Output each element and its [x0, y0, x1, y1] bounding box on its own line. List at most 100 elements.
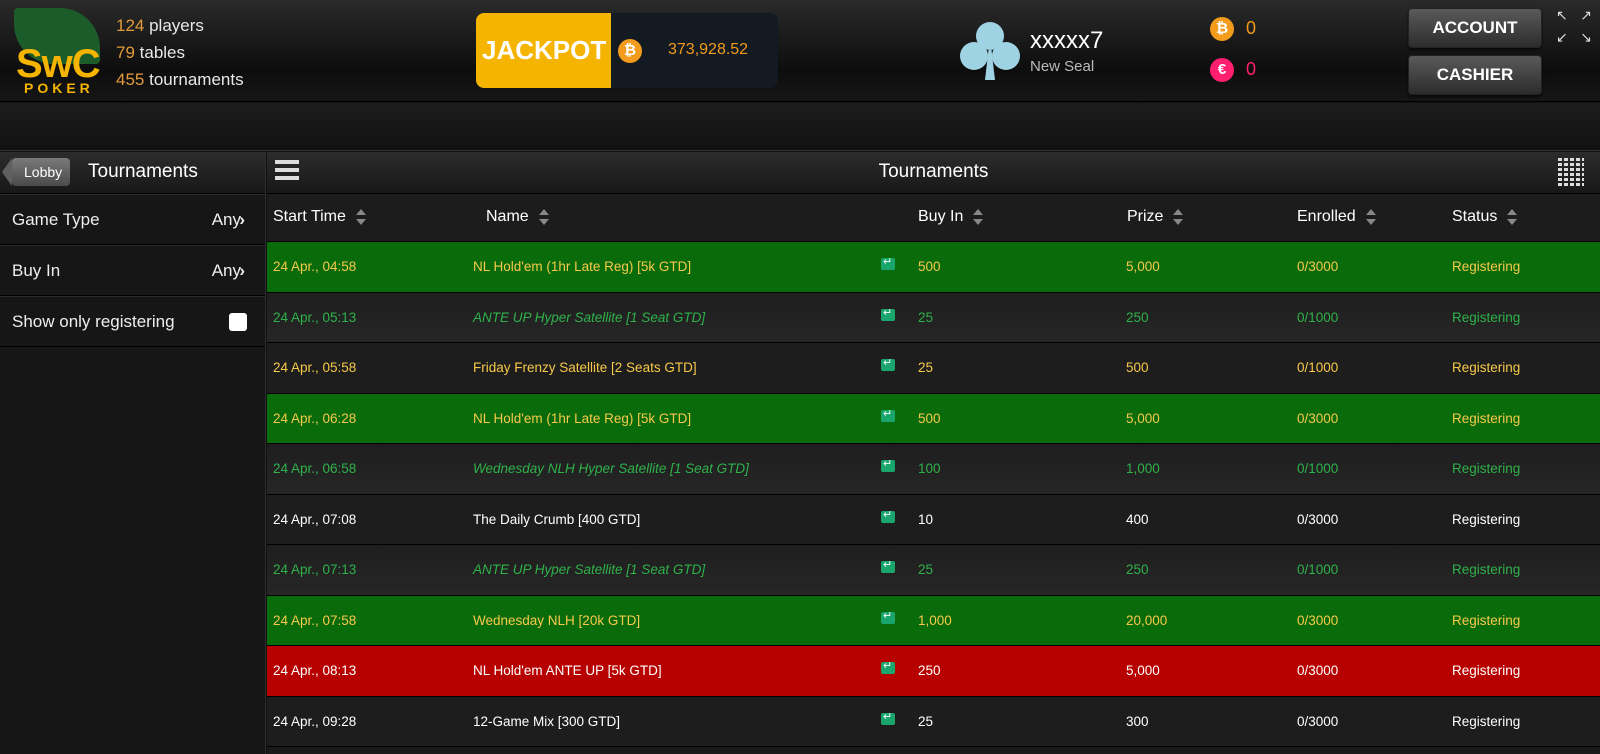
prize-cell: 1,000 [1126, 461, 1160, 476]
buy-in-cell: 100 [918, 461, 941, 476]
sidebar-header: Lobby Tournaments [0, 152, 265, 194]
late-register-icon [881, 407, 895, 422]
late-register-icon [881, 457, 895, 472]
late-register-icon [881, 356, 895, 371]
filter-game-type[interactable]: Game Type Any › [0, 194, 265, 245]
lobby-back-button[interactable]: Lobby [1, 158, 71, 186]
col-start-time[interactable]: Start Time [273, 208, 366, 226]
table-row[interactable]: 24 Apr., 05:58 Friday Frenzy Satellite [2… [267, 343, 1600, 394]
start-time-cell: 24 Apr., 07:13 [273, 562, 357, 577]
late-register-icon [881, 659, 895, 674]
status-cell: Registering [1452, 309, 1521, 325]
status-cell: Registering [1452, 713, 1521, 729]
table-body: 24 Apr., 04:58 NL Hold'em (1hr Late Reg) … [267, 242, 1600, 747]
status-cell: Registering [1452, 259, 1521, 274]
tournament-name-cell: ANTE UP Hyper Satellite [1 Seat GTD] [473, 309, 706, 325]
enrolled-cell: 0/3000 [1297, 511, 1339, 527]
buy-in-cell: 500 [918, 259, 941, 274]
tournament-list: Tournaments Start Time Name Buy In Prize… [267, 152, 1600, 754]
tournaments-stat: 455 tournaments [116, 70, 244, 89]
buy-in-cell: 250 [918, 663, 941, 678]
late-register-icon [881, 558, 895, 573]
sort-icon [538, 208, 549, 225]
table-header: Start Time Name Buy In Prize Enrolled St… [267, 194, 1600, 242]
swc-poker-logo[interactable]: SwC POKER [14, 8, 101, 96]
prize-cell: 5,000 [1126, 410, 1160, 426]
tables-stat: 79 tables [116, 43, 186, 62]
page-title: Tournaments [878, 161, 989, 182]
table-row[interactable]: 24 Apr., 06:58 Wednesday NLH Hyper Satell… [267, 444, 1600, 495]
buy-in-cell: 25 [918, 360, 934, 375]
filter-label: Buy In [12, 261, 61, 280]
enrolled-cell: 0/3000 [1297, 410, 1339, 426]
prize-cell: 5,000 [1126, 259, 1160, 274]
jackpot-amount: 373,928.52 [668, 41, 749, 58]
sort-icon [1365, 208, 1376, 225]
bitcoin-coin-icon: ₿ [1210, 17, 1234, 41]
col-prize[interactable]: Prize [1127, 208, 1184, 226]
header-band [0, 103, 1600, 151]
prize-cell: 5,000 [1126, 663, 1160, 678]
players-stat: 124 players [116, 16, 204, 35]
account-button[interactable]: ACCOUNT [1408, 8, 1542, 48]
jackpot-banner[interactable]: JACKPOT ₿ 373,928.52 [476, 13, 778, 88]
tournament-name-cell: NL Hold'em ANTE UP [5k GTD] [473, 663, 662, 678]
column-settings-icon[interactable] [1558, 158, 1584, 186]
col-buy-in[interactable]: Buy In [918, 208, 984, 226]
table-row[interactable]: 24 Apr., 05:13 ANTE UP Hyper Satellite [1… [267, 292, 1600, 343]
enrolled-cell: 0/3000 [1297, 713, 1339, 729]
registering-checkbox[interactable] [229, 313, 247, 331]
start-time-cell: 24 Apr., 07:58 [273, 612, 357, 628]
status-cell: Registering [1452, 410, 1521, 426]
cashier-button[interactable]: CASHIER [1408, 55, 1542, 95]
table-row[interactable]: 24 Apr., 06:28 NL Hold'em (1hr Late Reg) … [267, 393, 1600, 444]
late-register-icon [881, 508, 895, 523]
enrolled-cell: 0/1000 [1297, 309, 1339, 325]
start-time-cell: 24 Apr., 08:13 [273, 663, 357, 678]
buy-in-cell: 25 [918, 713, 934, 729]
filter-show-only-registering[interactable]: Show only registering [0, 296, 265, 347]
club-avatar-icon [960, 22, 1020, 82]
sort-icon [973, 208, 984, 225]
col-name[interactable]: Name [486, 208, 549, 226]
table-row[interactable]: 24 Apr., 07:58 Wednesday NLH [20k GTD] 1,0… [267, 595, 1600, 646]
filter-value: Any [211, 261, 241, 280]
status-cell: Registering [1452, 663, 1521, 678]
filter-buy-in[interactable]: Buy In Any › [0, 245, 265, 296]
late-register-icon [881, 609, 895, 624]
table-row[interactable]: 24 Apr., 04:58 NL Hold'em (1hr Late Reg) … [267, 242, 1600, 293]
status-cell: Registering [1452, 562, 1521, 577]
user-level: New Seal [1030, 58, 1095, 75]
enrolled-cell: 0/3000 [1297, 663, 1339, 678]
prize-cell: 400 [1126, 511, 1149, 527]
toggle-label: Show only registering [12, 312, 175, 331]
start-time-cell: 24 Apr., 04:58 [273, 259, 357, 274]
start-time-cell: 24 Apr., 05:58 [273, 360, 357, 375]
top-header: SwC POKER 124 players 79 tables 455 tour… [0, 0, 1600, 102]
list-header-bar: Tournaments [267, 152, 1600, 194]
chevron-right-icon: › [239, 261, 245, 280]
tournament-name-cell: 12-Game Mix [300 GTD] [473, 713, 621, 729]
status-cell: Registering [1452, 612, 1521, 628]
table-row[interactable]: 24 Apr., 08:13 NL Hold'em ANTE UP [5k GTD… [267, 646, 1600, 697]
status-cell: Registering [1452, 461, 1521, 476]
start-time-cell: 24 Apr., 06:58 [273, 461, 357, 476]
prize-cell: 250 [1126, 562, 1149, 577]
tournament-name-cell: Wednesday NLH Hyper Satellite [1 Seat GT… [473, 461, 749, 476]
fullscreen-icon[interactable]: ↖ ↗ ↙ ↘ [1556, 8, 1592, 44]
sort-icon [355, 208, 366, 225]
fun-balance-value: 0 [1246, 58, 1257, 79]
col-enrolled[interactable]: Enrolled [1297, 208, 1376, 226]
col-status[interactable]: Status [1452, 208, 1518, 226]
enrolled-cell: 0/3000 [1297, 612, 1339, 628]
late-register-icon [881, 255, 895, 270]
table-row[interactable]: 24 Apr., 09:28 12-Game Mix [300 GTD] 25 300… [267, 696, 1600, 747]
bitcoin-balance-value: 0 [1246, 17, 1257, 38]
table-row[interactable]: 24 Apr., 07:08 The Daily Crumb [400 GTD] 1… [267, 494, 1600, 545]
fun-coin-icon: € [1210, 58, 1234, 82]
start-time-cell: 24 Apr., 09:28 [273, 713, 357, 729]
enrolled-cell: 0/1000 [1297, 360, 1339, 375]
tournament-name-cell: The Daily Crumb [400 GTD] [473, 511, 641, 527]
buy-in-cell: 500 [918, 410, 941, 426]
table-row[interactable]: 24 Apr., 07:13 ANTE UP Hyper Satellite [1… [267, 545, 1600, 596]
